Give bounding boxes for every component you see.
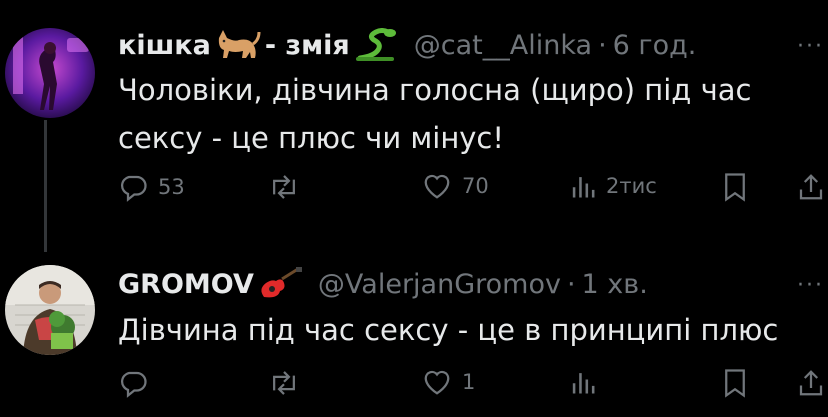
heart-icon	[424, 370, 450, 395]
more-options-button[interactable]: ···	[797, 34, 824, 59]
heart-icon	[424, 174, 450, 199]
author-name[interactable]: GROMOV	[118, 269, 254, 300]
bookmark-icon	[725, 173, 745, 202]
reply-icon	[121, 175, 147, 202]
views-button[interactable]: 2тис	[570, 172, 657, 200]
bookmark-button[interactable]	[722, 172, 748, 202]
separator-dot: ·	[566, 268, 576, 300]
guitar-emoji	[258, 267, 304, 301]
more-options-button[interactable]: ···	[797, 273, 824, 298]
tweet-2-header: GROMOV @ValerjanGromov · 1 хв.	[118, 267, 648, 301]
separator-dot: ·	[598, 29, 607, 61]
tweet-2[interactable]: GROMOV @ValerjanGromov · 1 хв. ··· Дівчи…	[0, 260, 828, 417]
author-name-part2[interactable]: - змія	[265, 30, 350, 61]
share-button[interactable]	[796, 368, 826, 398]
like-button[interactable]: 70	[422, 172, 489, 200]
views-count: 2тис	[606, 174, 657, 198]
reply-icon	[121, 371, 147, 398]
like-button[interactable]: 1	[422, 368, 475, 396]
tweet-1-actions: 53 70 2тис	[118, 172, 828, 212]
retweet-icon	[273, 175, 295, 199]
share-icon	[799, 370, 823, 396]
cat-emoji	[215, 28, 261, 62]
share-icon	[799, 174, 823, 200]
tweet-1-header: кішка - змія @cat__Alinka · 6 год.	[118, 28, 696, 62]
author-handle[interactable]: @ValerjanGromov	[318, 269, 561, 300]
bookmark-icon	[725, 369, 745, 398]
reply-button[interactable]	[118, 368, 148, 398]
bookmark-button[interactable]	[722, 368, 748, 398]
tweet-1[interactable]: кішка - змія @cat__Alinka · 6 год. ··· Ч…	[0, 0, 828, 260]
author-name-part1[interactable]: кішка	[118, 30, 211, 61]
views-icon	[572, 177, 595, 198]
tweet-1-text: Чоловіки, дівчина голосна (щиро) під час…	[118, 66, 808, 162]
retweet-button[interactable]	[268, 368, 300, 398]
share-button[interactable]	[796, 172, 826, 202]
timestamp[interactable]: 6 год.	[613, 30, 697, 61]
author-handle[interactable]: @cat__Alinka	[414, 30, 592, 61]
retweet-icon	[273, 371, 295, 395]
tweet-2-actions: 1	[118, 368, 828, 408]
thread-line	[44, 120, 47, 252]
reply-button[interactable]: 53	[118, 172, 185, 202]
snake-emoji	[354, 28, 400, 62]
tweet-text-line: Чоловіки, дівчина голосна (щиро) під час	[118, 73, 752, 107]
reply-count: 53	[158, 175, 185, 199]
tweet-2-text: Дівчина під час сексу - це в принципі пл…	[118, 313, 779, 347]
retweet-button[interactable]	[268, 172, 300, 202]
views-icon	[572, 373, 595, 394]
avatar-cat-alinka[interactable]	[5, 28, 95, 118]
like-count: 1	[462, 370, 476, 394]
views-button[interactable]	[570, 368, 596, 396]
timestamp[interactable]: 1 хв.	[582, 269, 648, 300]
avatar-gromov[interactable]	[5, 265, 95, 355]
tweet-text-line: сексу - це плюс чи мінус!	[118, 121, 505, 155]
like-count: 70	[462, 174, 489, 198]
